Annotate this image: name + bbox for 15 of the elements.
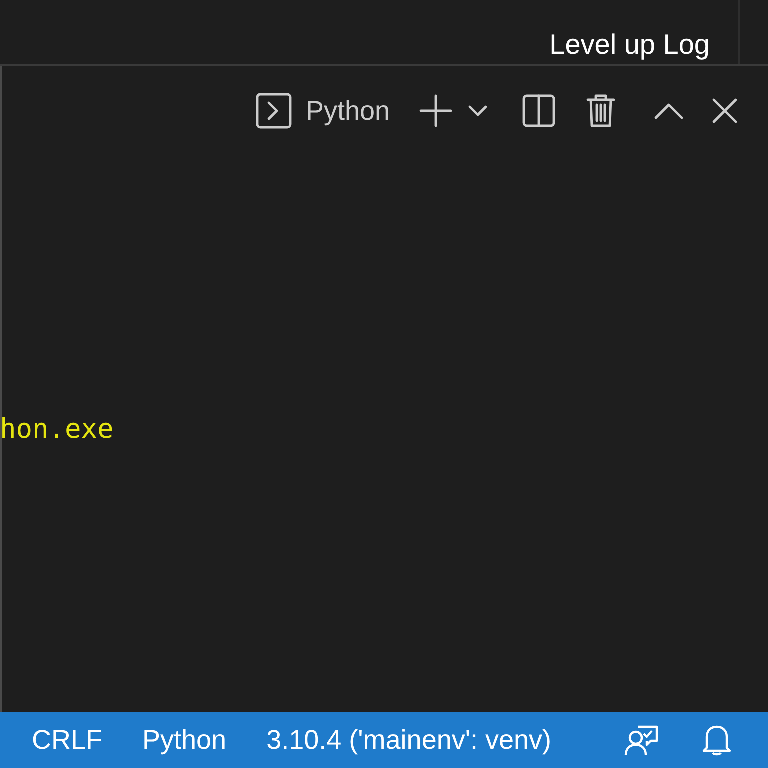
close-icon[interactable] — [712, 98, 738, 124]
status-item[interactable]: 3.10.4 ('mainenv': venv) — [266, 724, 552, 756]
terminal-icon — [256, 93, 292, 129]
caret-up-icon[interactable] — [654, 102, 684, 120]
feedback-icon[interactable] — [624, 723, 660, 757]
trash-icon[interactable] — [586, 94, 616, 128]
bell-icon[interactable] — [702, 723, 732, 757]
status-item[interactable]: CRLF — [32, 724, 103, 756]
terminal-profile-label[interactable]: Python — [306, 96, 390, 126]
caret-down-icon[interactable] — [468, 105, 488, 117]
editor-tab-title[interactable]: Level up Log — [550, 29, 710, 64]
add-icon[interactable] — [418, 93, 454, 129]
split-icon[interactable] — [522, 94, 556, 128]
terminal-line: hon.exe — [0, 414, 115, 445]
status-item[interactable]: Python — [142, 724, 227, 756]
